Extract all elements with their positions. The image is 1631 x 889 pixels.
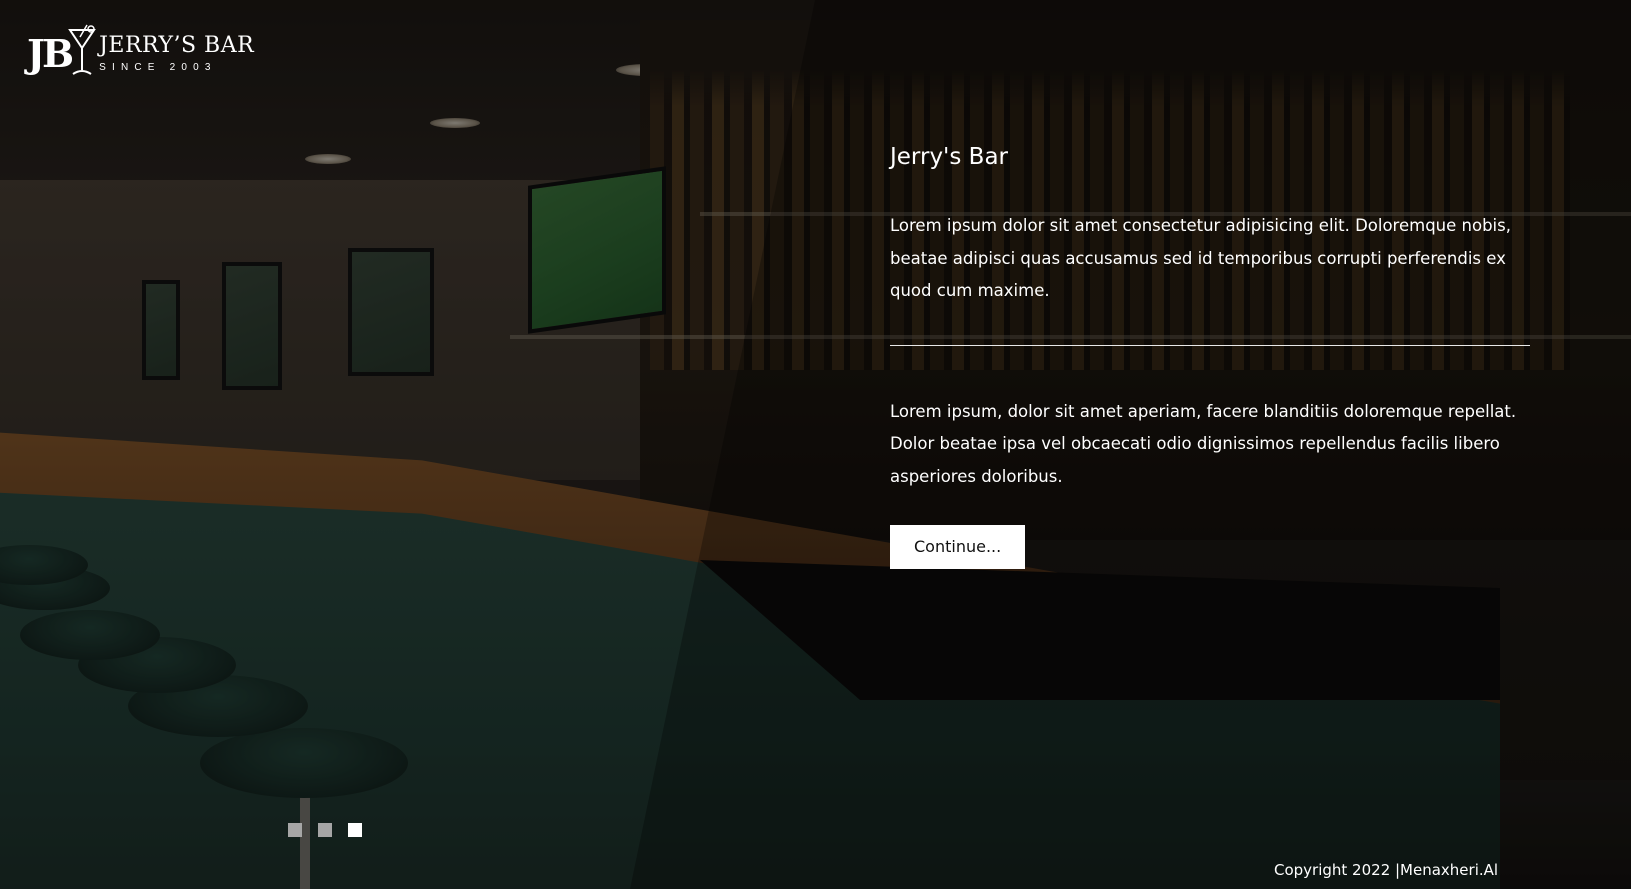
- hero-content: Jerry's Bar Lorem ipsum dolor sit amet c…: [890, 140, 1530, 569]
- logo-tagline: SINCE 2003: [99, 62, 217, 73]
- hero-paragraph-1: Lorem ipsum dolor sit amet consectetur a…: [890, 216, 1511, 300]
- hero-paragraph-2: Lorem ipsum, dolor sit amet aperiam, fac…: [890, 401, 1517, 486]
- slider-dot-2[interactable]: [318, 823, 332, 837]
- logo-monogram: JB: [27, 31, 74, 76]
- slider-indicators: [288, 823, 362, 837]
- site-logo[interactable]: JB JERRY’S BAR SINCE 2003: [27, 24, 255, 78]
- cocktail-glass-icon: [68, 24, 96, 75]
- slider-dot-3[interactable]: [348, 823, 362, 837]
- logo-name: JERRY’S BAR: [99, 33, 255, 58]
- slider-dot-1[interactable]: [288, 823, 302, 837]
- content-divider: [890, 344, 1530, 346]
- continue-button[interactable]: Continue...: [890, 525, 1026, 569]
- hero-title: Jerry's Bar: [890, 144, 1008, 170]
- copyright-text: Copyright 2022 |Menaxheri.Al: [1274, 861, 1499, 879]
